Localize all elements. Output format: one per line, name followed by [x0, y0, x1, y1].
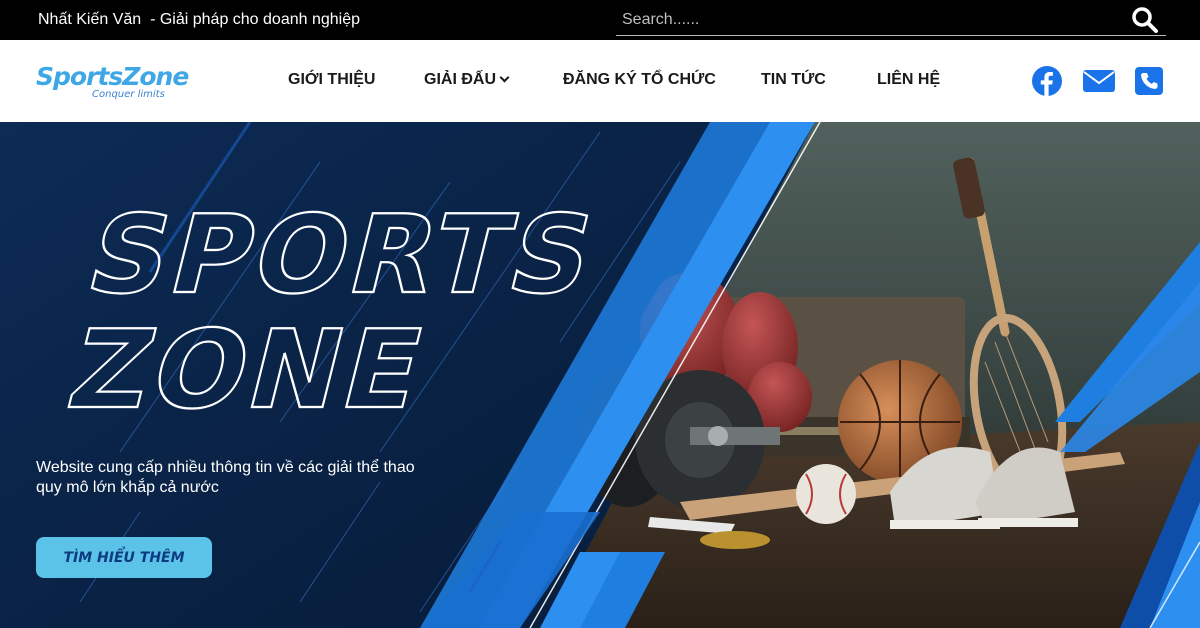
chevron-down-icon: [499, 72, 510, 83]
menu-item-label: GIẢI ĐẤU: [424, 71, 496, 88]
top-bar: Nhất Kiến Văn - Giải pháp cho doanh nghi…: [0, 0, 1200, 40]
site-tagline: Nhất Kiến Văn - Giải pháp cho doanh nghi…: [38, 11, 361, 28]
logo-wordmark: SportsZone: [36, 62, 189, 91]
menu-item-giai-dau[interactable]: GIẢI ĐẤU: [424, 71, 510, 89]
hero-title: SPORTS ZONE: [56, 190, 611, 432]
hero-title-line1: SPORTS: [76, 192, 610, 318]
hero-banner: SPORTS ZONE Website cung cấp nhiều thông…: [0, 122, 1200, 628]
learn-more-button[interactable]: TÌM HIỂU THÊM: [36, 537, 212, 578]
site-logo[interactable]: SportsZone Conquer limits: [36, 62, 196, 104]
menu-item-lien-he[interactable]: LIÊN HỆ: [877, 71, 940, 89]
phone-icon[interactable]: [1135, 66, 1163, 96]
hero-title-line2: ZONE: [58, 307, 440, 432]
learn-more-label: TÌM HIỂU THÊM: [63, 549, 185, 566]
hero-description: Website cung cấp nhiều thông tin về các …: [36, 459, 415, 496]
search-bar: [616, 6, 1166, 36]
main-nav: SportsZone Conquer limits GIỚI THIỆU GIẢ…: [0, 40, 1200, 122]
menu-item-gioi-thieu[interactable]: GIỚI THIỆU: [288, 71, 375, 89]
search-icon[interactable]: [1130, 5, 1160, 35]
facebook-icon[interactable]: [1032, 66, 1062, 96]
logo-slogan: Conquer limits: [92, 89, 165, 100]
menu-item-tin-tuc[interactable]: TIN TỨC: [761, 71, 826, 89]
search-input[interactable]: [616, 6, 1116, 34]
mail-icon[interactable]: [1083, 66, 1115, 96]
menu-item-dang-ky-to-chuc[interactable]: ĐĂNG KÝ TỔ CHỨC: [563, 71, 716, 89]
